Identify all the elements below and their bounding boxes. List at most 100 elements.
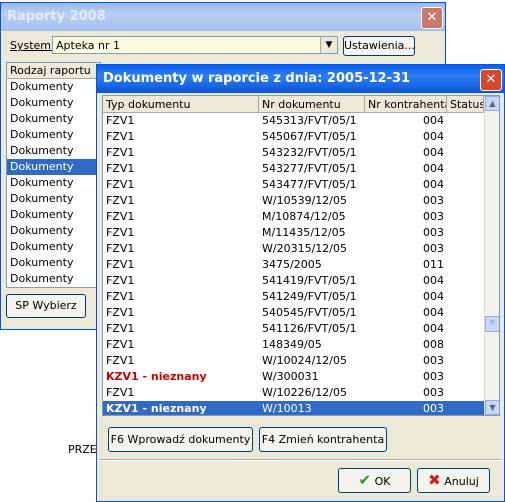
cell-type: FZV1 xyxy=(106,178,135,191)
report-type-item[interactable]: Dokumenty xyxy=(7,111,100,127)
dokumenty-close-icon[interactable]: ✕ xyxy=(480,69,502,91)
report-type-item[interactable]: Dokumenty xyxy=(7,175,100,191)
cell-type: FZV1 xyxy=(106,146,135,159)
cell-number: 543277/FVT/05/1 xyxy=(262,162,357,175)
report-type-item[interactable]: Dokumenty xyxy=(7,191,100,207)
cell-contractor: 004 xyxy=(423,146,444,159)
ok-button[interactable]: ✔ OK xyxy=(338,468,411,493)
report-type-item[interactable]: Dokumenty xyxy=(7,79,100,95)
cell-type: FZV1 xyxy=(106,338,135,351)
report-type-item[interactable]: Dokumenty xyxy=(7,159,100,175)
cancel-button[interactable]: ✖ Anuluj xyxy=(417,468,490,493)
cell-contractor: 003 xyxy=(423,386,444,399)
cell-contractor: 004 xyxy=(423,130,444,143)
report-type-item[interactable]: Dokumenty xyxy=(7,223,100,239)
table-row[interactable]: KZV1 - nieznany W/10013 003 xyxy=(103,401,484,415)
cell-type: FZV1 xyxy=(106,162,135,175)
cell-contractor: 004 xyxy=(423,114,444,127)
cell-number: W/300031 xyxy=(262,370,319,383)
cell-contractor: 004 xyxy=(423,290,444,303)
cell-type: FZV1 xyxy=(106,354,135,367)
scroll-down-arrow-icon[interactable]: ▼ xyxy=(485,400,499,415)
raporty-title: Raporty 2008 xyxy=(7,9,106,24)
cell-contractor: 011 xyxy=(423,258,444,271)
cell-type: FZV1 xyxy=(106,226,135,239)
cell-type: FZV1 xyxy=(106,114,135,127)
cell-type: FZV1 xyxy=(106,258,135,271)
col-header-contractor[interactable]: Nr kontrahenta xyxy=(365,96,447,113)
sp-select-button[interactable]: SP Wybierz xyxy=(6,294,86,318)
table-row[interactable]: FZV1 545067/FVT/05/1 004 xyxy=(103,129,484,145)
scroll-up-arrow-icon[interactable]: ▲ xyxy=(485,96,499,111)
cell-contractor: 003 xyxy=(423,370,444,383)
settings-button[interactable]: Ustawienia... xyxy=(343,36,415,56)
table-row[interactable]: FZV1 541126/FVT/05/1 004 xyxy=(103,321,484,337)
table-row[interactable]: FZV1 541419/FVT/05/1 004 xyxy=(103,273,484,289)
table-row[interactable]: FZV1 W/10024/12/05 003 xyxy=(103,353,484,369)
table-row[interactable]: FZV1 540545/FVT/05/1 004 xyxy=(103,305,484,321)
import-documents-button[interactable]: F6 Wprowadź dokumenty xyxy=(108,427,253,452)
table-row[interactable]: FZV1 543232/FVT/05/1 004 xyxy=(103,145,484,161)
scroll-thumb[interactable]: ≡ xyxy=(485,316,499,332)
raporty-close-icon[interactable]: ✕ xyxy=(421,7,443,29)
raporty-title-bar: Raporty 2008 xyxy=(1,3,445,31)
cell-contractor: 008 xyxy=(423,338,444,351)
report-type-item[interactable]: Dokumenty xyxy=(7,95,100,111)
dokumenty-window: Dokumenty w raporcie z dnia: 2005-12-31 … xyxy=(96,64,505,502)
table-row[interactable]: FZV1 543277/FVT/05/1 004 xyxy=(103,161,484,177)
documents-table[interactable]: Typ dokumentu Nr dokumentu Nr kontrahent… xyxy=(102,95,500,416)
vertical-scrollbar[interactable]: ▲ ≡ ▼ xyxy=(484,96,499,415)
cell-contractor: 004 xyxy=(423,274,444,287)
change-contractor-button[interactable]: F4 Zmień kontrahenta xyxy=(259,427,387,452)
report-type-item[interactable]: Dokumenty xyxy=(7,207,100,223)
table-row[interactable]: FZV1 W/20315/12/05 003 xyxy=(103,241,484,257)
report-type-item[interactable]: Dokumenty xyxy=(7,255,100,271)
settings-button-label: Ustawienia... xyxy=(344,39,415,52)
sp-select-button-label: SP Wybierz xyxy=(15,299,77,312)
chevron-down-icon[interactable]: ▼ xyxy=(320,37,337,53)
cell-number: W/10024/12/05 xyxy=(262,354,347,367)
table-row[interactable]: FZV1 541249/FVT/05/1 004 xyxy=(103,289,484,305)
cell-type: FZV1 xyxy=(106,290,135,303)
report-type-item[interactable]: Dokumenty xyxy=(7,271,100,287)
cell-type: FZV1 xyxy=(106,274,135,287)
cell-number: W/10013 xyxy=(262,402,312,415)
col-header-number[interactable]: Nr dokumentu xyxy=(259,96,365,113)
cell-number: 541419/FVT/05/1 xyxy=(262,274,357,287)
cell-contractor: 004 xyxy=(423,322,444,335)
table-row[interactable]: FZV1 W/10226/12/05 003 xyxy=(103,385,484,401)
cell-type: FZV1 xyxy=(106,130,135,143)
cell-contractor: 004 xyxy=(423,162,444,175)
col-header-type[interactable]: Typ dokumentu xyxy=(103,96,259,113)
table-row[interactable]: FZV1 W/10539/12/05 003 xyxy=(103,193,484,209)
table-row[interactable]: FZV1 543477/FVT/05/1 004 xyxy=(103,177,484,193)
system-select[interactable]: Apteka nr 1 ▼ xyxy=(52,36,338,54)
table-row[interactable]: FZV1 M/10874/12/05 003 xyxy=(103,209,484,225)
report-type-header[interactable]: Rodzaj raportu xyxy=(7,63,100,79)
cell-type: FZV1 xyxy=(106,210,135,223)
cell-number: W/10539/12/05 xyxy=(262,194,347,207)
report-type-item[interactable]: Dokumenty xyxy=(7,127,100,143)
table-row[interactable]: FZV1 148349/05 008 xyxy=(103,337,484,353)
cell-type: FZV1 xyxy=(106,242,135,255)
report-type-item[interactable]: Dokumenty xyxy=(7,239,100,255)
col-header-status-label: Status xyxy=(450,98,484,111)
dokumenty-title-bar: Dokumenty w raporcie z dnia: 2005-12-31 xyxy=(97,65,504,93)
table-row[interactable]: KZV1 - nieznany W/300031 003 xyxy=(103,369,484,385)
cell-number: W/10226/12/05 xyxy=(262,386,347,399)
col-header-status[interactable]: Status xyxy=(447,96,484,113)
table-row[interactable]: FZV1 M/11435/12/05 003 xyxy=(103,225,484,241)
table-row[interactable]: FZV1 3475/2005 011 xyxy=(103,257,484,273)
report-type-header-label: Rodzaj raportu xyxy=(10,64,91,77)
cell-contractor: 003 xyxy=(423,226,444,239)
report-type-item[interactable]: Dokumenty xyxy=(7,143,100,159)
cell-type: FZV1 xyxy=(106,306,135,319)
cell-contractor: 003 xyxy=(423,210,444,223)
table-row[interactable]: FZV1 545313/FVT/05/1 004 xyxy=(103,113,484,129)
cell-contractor: 003 xyxy=(423,354,444,367)
cell-type: KZV1 - nieznany xyxy=(106,370,207,383)
cell-type: FZV1 xyxy=(106,322,135,335)
cell-number: 543232/FVT/05/1 xyxy=(262,146,357,159)
report-type-list[interactable]: Rodzaj raportu Dokumenty Dokumenty Dokumen… xyxy=(6,62,101,288)
ok-button-label: OK xyxy=(374,475,391,488)
